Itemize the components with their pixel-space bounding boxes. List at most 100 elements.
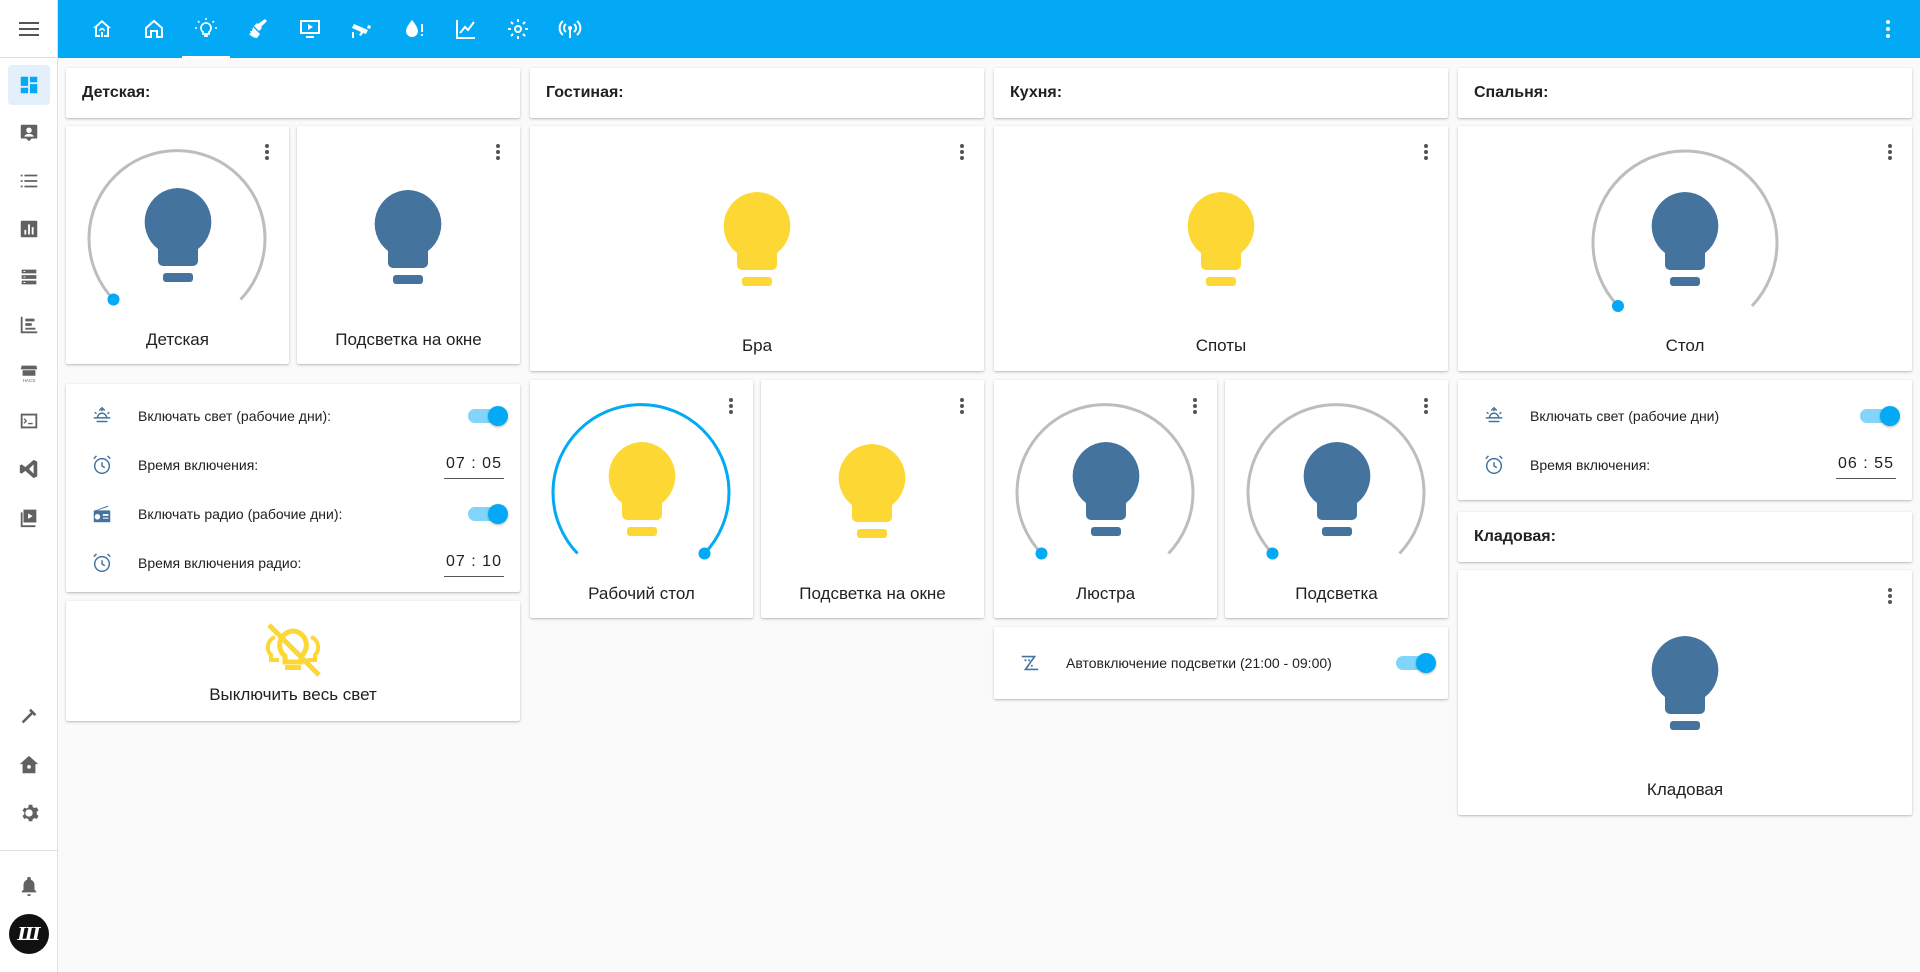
lightbulb-icon <box>1187 192 1255 286</box>
lightbulb-icon <box>195 18 217 37</box>
section-title-text: Кухня: <box>1010 84 1063 101</box>
light-card-storage[interactable]: Кладовая <box>1458 570 1912 815</box>
entity-row-radio-time[interactable]: Время включения радио: 07 : 10 <box>66 539 520 587</box>
chart-timeline-icon <box>20 316 38 334</box>
sidebar-item-server[interactable] <box>8 257 50 297</box>
entity-label: Время включения радио: <box>138 555 302 571</box>
sun-clock-icon <box>90 404 114 428</box>
tab-water[interactable] <box>388 0 440 58</box>
section-title-kids-room: Детская: <box>66 68 520 118</box>
chart-line-icon <box>456 20 475 39</box>
light-card-living-window[interactable]: Подсветка на окне <box>761 380 984 618</box>
light-name: Подсветка <box>1295 584 1378 603</box>
svg-text:HACS: HACS <box>23 378 36 383</box>
entity-row-auto-backlight[interactable]: Автовключение подсветки (21:00 - 09:00) <box>994 639 1448 687</box>
lightbulb-icon <box>838 444 906 538</box>
home-automation-icon <box>93 20 111 37</box>
lightbulb-icon <box>144 188 212 282</box>
entities-card-kitchen: Автовключение подсветки (21:00 - 09:00) <box>994 627 1448 699</box>
sidebar-item-logbook[interactable] <box>8 161 50 201</box>
entities-card-kids: Включать свет (рабочие дни): Время включ… <box>66 384 520 592</box>
sidebar: HACS Ш <box>0 0 58 972</box>
section-title-living-room: Гостиная: <box>530 68 984 118</box>
lightbulb-icon <box>1651 636 1719 730</box>
entity-row-light-schedule[interactable]: Включать свет (рабочие дни): <box>66 392 520 440</box>
time-input[interactable]: 07 : 05 <box>444 451 504 479</box>
sun-clock-icon <box>1482 404 1506 428</box>
tab-cleaning[interactable] <box>232 0 284 58</box>
sidebar-item-profile-board[interactable] <box>8 113 50 153</box>
lightbulb-icon <box>608 442 676 536</box>
toggle-knob <box>488 406 508 426</box>
section-title-kitchen: Кухня: <box>994 68 1448 118</box>
tab-media[interactable] <box>284 0 336 58</box>
tab-home-automation[interactable] <box>76 0 128 58</box>
tab-home[interactable] <box>128 0 180 58</box>
dots-vertical-icon[interactable] <box>488 140 508 164</box>
light-card-desk[interactable]: Рабочий стол <box>530 380 753 618</box>
light-card-sconce[interactable]: Бра <box>530 126 984 371</box>
cctv-icon <box>352 24 371 38</box>
tab-lights[interactable] <box>180 0 232 58</box>
sidebar-divider <box>0 57 57 58</box>
sidebar-item-vscode[interactable] <box>8 449 50 489</box>
light-name: Бра <box>741 336 773 355</box>
tab-network[interactable] <box>544 0 596 58</box>
lightbulb-group-off-icon <box>265 623 321 677</box>
dots-vertical-icon[interactable] <box>952 394 972 418</box>
alarm-icon <box>1482 453 1506 477</box>
entity-row-bedroom-light-schedule[interactable]: Включать свет (рабочие дни) <box>1458 392 1912 440</box>
avatar[interactable]: Ш <box>9 914 49 954</box>
entity-label: Включать радио (рабочие дни): <box>138 506 343 522</box>
dots-vertical-icon[interactable] <box>1416 140 1436 164</box>
tab-cameras[interactable] <box>336 0 388 58</box>
light-card-spots[interactable]: Споты <box>994 126 1448 371</box>
toggle-switch[interactable] <box>468 406 508 426</box>
tab-statistics[interactable] <box>440 0 492 58</box>
dots-vertical-icon[interactable] <box>1880 584 1900 608</box>
toggle-switch[interactable] <box>1396 653 1436 673</box>
entity-label: Автовключение подсветки (21:00 - 09:00) <box>1066 655 1332 671</box>
light-card-bedroom-desk[interactable]: Стол <box>1458 126 1912 371</box>
home-assistant-icon <box>19 755 39 774</box>
sidebar-item-media[interactable] <box>8 497 50 537</box>
sidebar-item-supervisor[interactable] <box>8 745 50 785</box>
entity-row-light-time[interactable]: Время включения: 07 : 05 <box>66 441 520 489</box>
hamburger-icon[interactable] <box>0 0 57 58</box>
entities-card-bedroom: Включать свет (рабочие дни) Время включе… <box>1458 380 1912 500</box>
toggle-switch[interactable] <box>468 504 508 524</box>
sidebar-item-terminal[interactable] <box>8 401 50 441</box>
sidebar-item-history[interactable] <box>8 209 50 249</box>
entity-label: Время включения: <box>138 457 259 473</box>
section-title-bedroom: Спальня: <box>1458 68 1912 118</box>
light-card-kids-window[interactable]: Подсветка на окне <box>297 126 520 364</box>
entity-row-bedroom-light-time[interactable]: Время включения: 06 : 55 <box>1458 441 1912 489</box>
light-name: Споты <box>1195 336 1247 355</box>
top-toolbar <box>58 0 1920 58</box>
hammer-icon <box>21 708 37 724</box>
dots-vertical-icon[interactable] <box>1880 140 1900 164</box>
toggle-switch[interactable] <box>1860 406 1900 426</box>
entity-row-radio-schedule[interactable]: Включать радио (рабочие дни): <box>66 490 520 538</box>
sidebar-item-developer-tools[interactable] <box>8 697 50 737</box>
script-card-all-lights-off[interactable]: Выключить весь свет <box>66 601 520 721</box>
light-card-chandelier[interactable]: Люстра <box>994 380 1217 618</box>
sidebar-item-notifications[interactable] <box>8 866 50 906</box>
section-title-storage: Кладовая: <box>1458 512 1912 562</box>
water-alert-icon <box>406 20 423 37</box>
sidebar-item-timeline[interactable] <box>8 305 50 345</box>
tab-settings[interactable] <box>492 0 544 58</box>
sidebar-item-hacs[interactable]: HACS <box>8 353 50 393</box>
sidebar-item-overview[interactable] <box>8 65 50 105</box>
dots-vertical-icon[interactable] <box>1876 17 1900 41</box>
broom-icon <box>249 19 267 38</box>
light-card-kids[interactable]: Детская <box>66 126 289 364</box>
avatar-initials: Ш <box>17 923 41 945</box>
lightbulb-icon <box>374 190 442 284</box>
dots-vertical-icon[interactable] <box>952 140 972 164</box>
time-input[interactable]: 07 : 10 <box>444 549 504 577</box>
time-input[interactable]: 06 : 55 <box>1836 451 1896 479</box>
cog-icon <box>22 804 39 822</box>
light-card-kitchen-backlight[interactable]: Подсветка <box>1225 380 1448 618</box>
sidebar-item-settings[interactable] <box>8 793 50 833</box>
